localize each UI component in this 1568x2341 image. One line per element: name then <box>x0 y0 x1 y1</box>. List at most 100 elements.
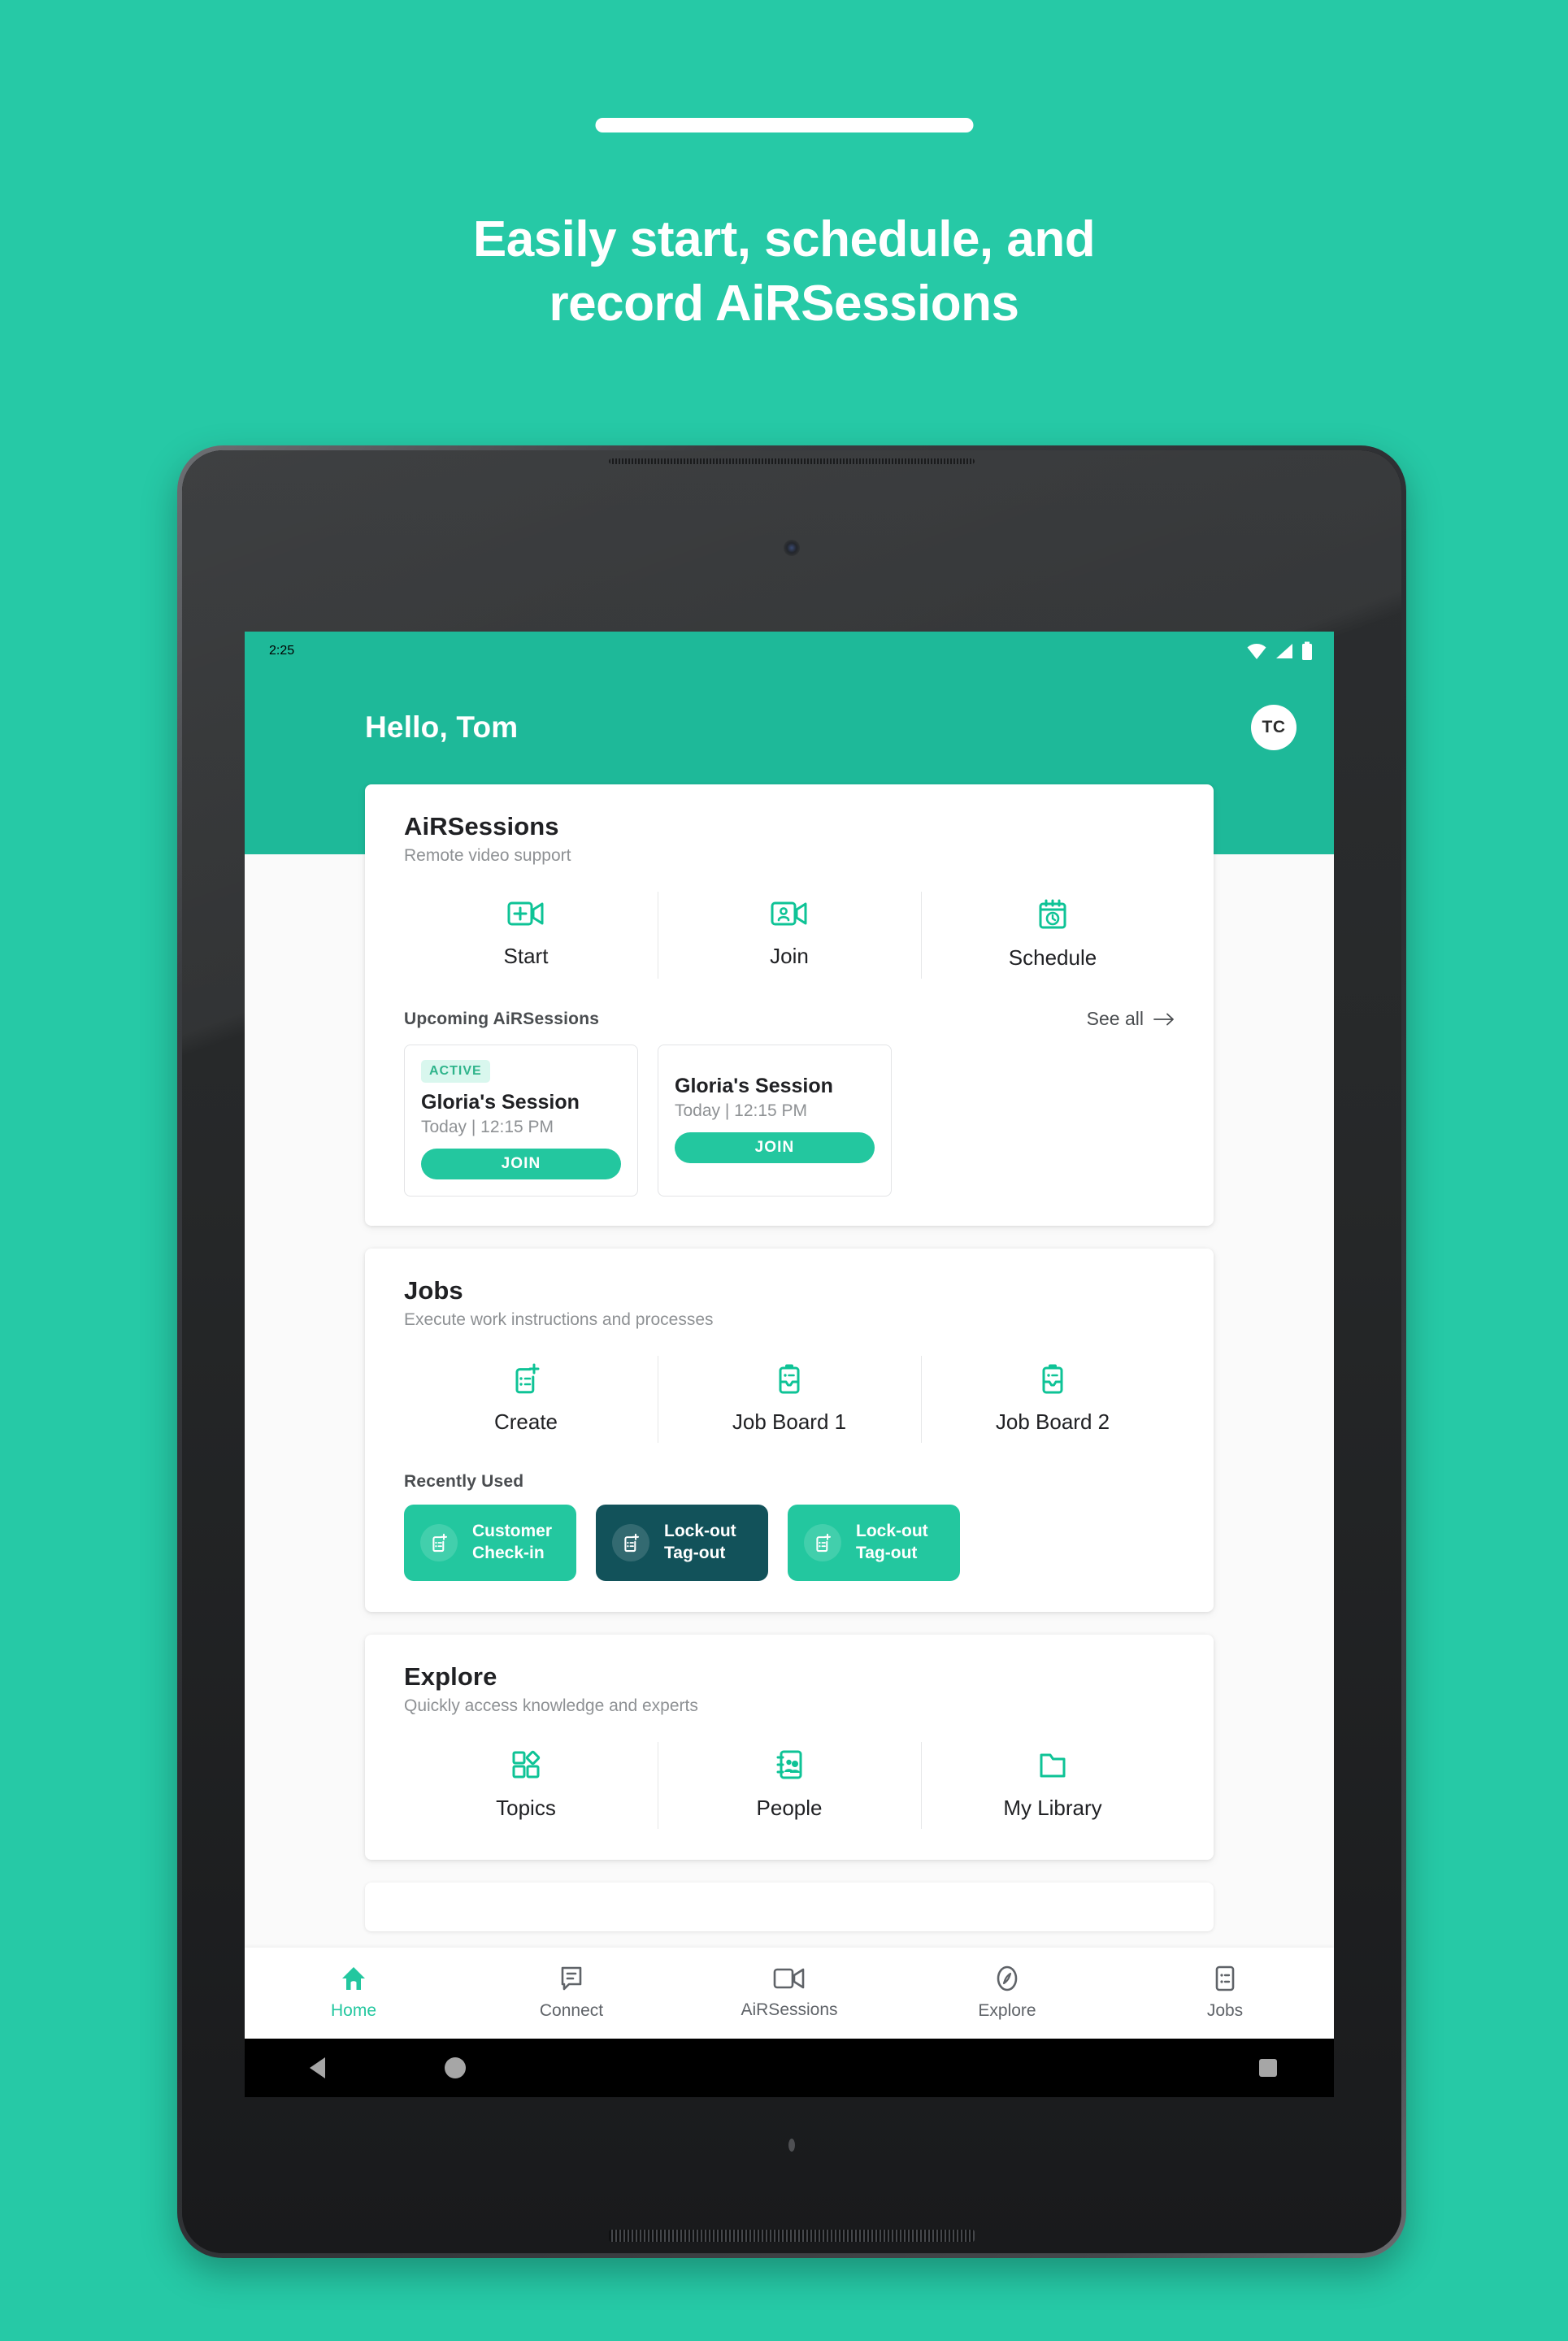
recent-job-chip-line-2: Tag-out <box>664 1543 726 1562</box>
signal-icon <box>1276 644 1292 658</box>
card-airsessions-title: AiRSessions <box>404 812 559 840</box>
bottom-speaker-grille <box>609 2230 975 2242</box>
session-time: Today | 12:15 PM <box>675 1101 808 1120</box>
action-start-label: Start <box>503 944 549 968</box>
job-add-icon <box>804 1523 841 1561</box>
card-explore: Explore Quickly access knowledge and exp… <box>365 1634 1214 1860</box>
card-explore-header: Explore Quickly access knowledge and exp… <box>365 1635 1214 1716</box>
session-card[interactable]: ACTIVE Gloria's Session Today | 12:15 PM… <box>404 1045 638 1197</box>
contacts-icon <box>776 1750 802 1779</box>
nav-item-jobs[interactable]: Jobs <box>1116 1965 1334 2021</box>
list-icon <box>1215 1965 1235 1991</box>
action-my-library[interactable]: My Library <box>921 1739 1184 1832</box>
app-screen: 2:25 Hello, Tom TC AiRSessions Remote vi… <box>245 632 1334 2039</box>
nav-item-home[interactable]: Home <box>245 1965 463 2021</box>
video-person-icon <box>771 901 807 926</box>
card-peek-next <box>365 1882 1214 1931</box>
recent-job-chip-label: Lock-out Tag-out <box>856 1521 928 1565</box>
action-topics[interactable]: Topics <box>394 1739 658 1832</box>
action-create-job[interactable]: Create <box>394 1353 658 1446</box>
video-icon <box>773 1968 805 1989</box>
chat-icon <box>561 1966 582 1991</box>
greeting-text: Hello, Tom <box>365 710 519 744</box>
recent-job-chip-line-2: Check-in <box>472 1543 545 1562</box>
calendar-clock-icon <box>1039 899 1066 929</box>
recently-used-header: Recently Used <box>365 1454 1214 1492</box>
nav-item-explore[interactable]: Explore <box>898 1965 1116 2021</box>
battery-icon <box>1302 641 1312 660</box>
status-bar-icons <box>1246 641 1313 661</box>
card-explore-title: Explore <box>404 1661 497 1691</box>
session-card[interactable]: Gloria's Session Today | 12:15 PM JOIN <box>658 1045 892 1197</box>
nav-item-explore-label: Explore <box>978 2001 1036 2020</box>
nav-item-connect[interactable]: Connect <box>463 1965 680 2021</box>
action-create-job-label: Create <box>493 1409 558 1434</box>
action-people-label: People <box>756 1795 823 1820</box>
recent-job-chip[interactable]: Lock-out Tag-out <box>596 1505 768 1581</box>
recent-job-chip-label: Lock-out Tag-out <box>664 1521 736 1565</box>
action-people[interactable]: People <box>658 1739 921 1832</box>
action-job-board-2-label: Job Board 2 <box>995 1409 1110 1434</box>
see-all-button[interactable]: See all <box>1087 1008 1175 1030</box>
folder-icon <box>1040 1753 1066 1778</box>
action-schedule-label: Schedule <box>1008 945 1097 970</box>
explore-action-row: Topics People My Library <box>365 1716 1214 1860</box>
status-bar: 2:25 <box>245 632 1334 671</box>
recently-used-list: Customer Check-in Lock-out Tag-out Lock-… <box>365 1492 1214 1612</box>
tablet-device-frame: 2:25 Hello, Tom TC AiRSessions Remote vi… <box>177 445 1406 2258</box>
recents-button-icon[interactable] <box>1259 2059 1277 2077</box>
airsessions-action-row: Start Join Schedule <box>365 866 1214 990</box>
job-add-icon <box>515 1363 540 1394</box>
upcoming-sessions-list: ACTIVE Gloria's Session Today | 12:15 PM… <box>365 1030 1214 1226</box>
job-add-icon <box>612 1523 649 1561</box>
jobs-action-row: Create Job Board 1 Job Board 2 <box>365 1330 1214 1454</box>
recent-job-chip-line-2: Tag-out <box>856 1543 918 1562</box>
nav-item-jobs-label: Jobs <box>1206 2001 1244 2020</box>
action-my-library-label: My Library <box>1003 1795 1102 1820</box>
nav-item-airsessions-label: AiRSessions <box>741 2000 838 2019</box>
android-system-nav <box>245 2039 1334 2097</box>
job-add-icon <box>420 1523 458 1561</box>
home-button-icon[interactable] <box>445 2057 466 2078</box>
page-title: Easily start, schedule, and record AiRSe… <box>0 207 1568 337</box>
tablet-bezel: 2:25 Hello, Tom TC AiRSessions Remote vi… <box>182 450 1401 2253</box>
action-join[interactable]: Join <box>658 888 921 982</box>
app-bar: Hello, Tom TC <box>245 671 1334 784</box>
join-session-button[interactable]: JOIN <box>421 1149 621 1179</box>
bottom-navigation-bar: Home Connect AiRSessions Explore Jobs <box>245 1948 1334 2039</box>
session-name: Gloria's Session <box>421 1091 580 1114</box>
compass-icon <box>997 1965 1018 1991</box>
card-jobs-subtitle: Execute work instructions and processes <box>404 1310 714 1329</box>
page-title-line-1: Easily start, schedule, and <box>472 211 1096 267</box>
home-indicator-dot <box>788 2139 795 2152</box>
card-jobs-title: Jobs <box>404 1276 463 1305</box>
recent-job-chip[interactable]: Customer Check-in <box>404 1505 576 1581</box>
recent-job-chip-line-1: Lock-out <box>664 1522 736 1540</box>
wifi-icon <box>1247 644 1266 659</box>
action-job-board-1[interactable]: Job Board 1 <box>658 1353 921 1446</box>
job-board-icon <box>779 1364 800 1394</box>
card-airsessions-header: AiRSessions Remote video support <box>365 784 1214 866</box>
action-schedule[interactable]: Schedule <box>921 888 1184 982</box>
join-session-button[interactable]: JOIN <box>675 1132 875 1163</box>
nav-item-home-label: Home <box>330 2001 377 2020</box>
video-add-icon <box>507 901 544 926</box>
action-job-board-2[interactable]: Job Board 2 <box>921 1353 1184 1446</box>
recent-job-chip[interactable]: Lock-out Tag-out <box>788 1505 960 1581</box>
back-button-icon[interactable] <box>310 2057 325 2078</box>
upcoming-sessions-header: Upcoming AiRSessions See all <box>365 990 1214 1030</box>
avatar[interactable]: TC <box>1251 705 1297 750</box>
nav-item-airsessions[interactable]: AiRSessions <box>680 1966 898 2020</box>
recently-used-label: Recently Used <box>404 1472 524 1491</box>
card-jobs-header: Jobs Execute work instructions and proce… <box>365 1249 1214 1330</box>
action-start[interactable]: Start <box>394 888 658 982</box>
shapes-icon <box>512 1750 541 1779</box>
action-job-board-1-label: Job Board 1 <box>732 1409 847 1434</box>
session-name: Gloria's Session <box>675 1075 833 1097</box>
action-topics-label: Topics <box>496 1795 556 1820</box>
card-airsessions-subtitle: Remote video support <box>404 846 571 865</box>
home-icon <box>342 1967 365 1990</box>
recent-job-chip-label: Customer Check-in <box>472 1521 552 1565</box>
scroll-content[interactable]: AiRSessions Remote video support Start J… <box>245 784 1334 2039</box>
recent-job-chip-line-1: Customer <box>472 1522 553 1540</box>
